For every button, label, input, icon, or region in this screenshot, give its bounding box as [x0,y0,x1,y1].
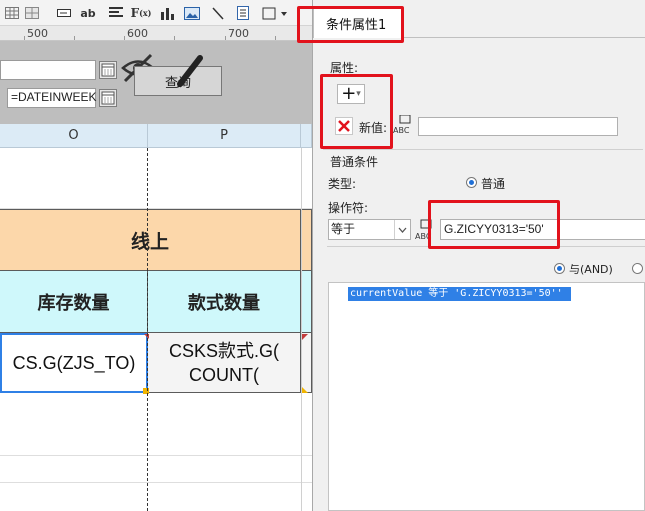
general-condition-label: 普通条件 [330,155,379,169]
cell-edge[interactable] [301,271,312,333]
pencil-icon[interactable] [176,52,206,91]
ruler-mark-500: 500 [27,27,48,40]
operator-select-value: 等于 [331,222,356,236]
column-header-p[interactable]: P [148,124,301,148]
and-label: 与(AND) [569,263,613,276]
tab-condition-attribute[interactable]: 条件属性1 [313,8,403,38]
bar-chart-icon[interactable] [157,3,177,23]
new-value-label: 新值: [359,121,388,135]
formula-cell-p-line1: CSKS款式.G( [168,340,279,361]
dropdown-arrow-icon: ▾ [356,89,361,99]
cell-corner-marker [302,387,308,393]
text-format-icon[interactable]: ab [78,3,98,23]
designer-toolbar: ab F (x) [0,0,312,26]
or-radio[interactable] [632,263,643,274]
type-label: 类型: [328,177,357,191]
horizontal-ruler: 500 600 700 [0,26,312,41]
date-param-field[interactable]: =DATEINWEEK [7,88,96,108]
delete-icon[interactable] [335,117,353,135]
operator-label: 操作符: [328,201,369,215]
grid-icon[interactable] [22,3,42,23]
calendar-icon[interactable] [99,61,117,79]
table-icon[interactable] [2,3,22,23]
header-cell-inventory[interactable]: 库存数量 [0,271,148,333]
calendar-icon[interactable] [99,89,117,107]
align-icon[interactable] [106,3,126,23]
condition-value-input[interactable]: G.ZICYY0313='50' [440,219,645,240]
condition-list-item[interactable]: currentValue 等于 'G.ZICYY0313='50'' [348,287,571,301]
type-normal-label: 普通 [481,177,506,191]
header-cell-styles[interactable]: 款式数量 [148,271,301,333]
abc-format-icon[interactable]: ABC [415,219,437,244]
cell-corner-marker [302,334,308,340]
new-value-input[interactable] [418,117,618,136]
column-header-next[interactable] [301,124,312,148]
border-dropdown-icon[interactable] [260,3,292,23]
ruler-mark-600: 600 [127,27,148,40]
cell-edge[interactable] [301,209,312,271]
chevron-down-icon [394,220,410,239]
report-designer: ab F (x) 500 600 700 =DATEINWEEK O P 线上 … [0,0,312,511]
ruler-mark-700: 700 [228,27,249,40]
formula-cell-p-line2: COUNT( [189,364,259,385]
cell-corner-marker [143,388,149,394]
merged-header-cell[interactable]: 线上 [0,209,301,271]
add-attribute-button[interactable]: + ▾ [337,84,365,104]
svg-text:ABC: ABC [393,126,410,135]
textbox-icon[interactable] [54,3,74,23]
formula-cell-p[interactable]: CSKS款式.G( COUNT( [148,333,301,393]
page-break-line [147,148,148,511]
image-icon[interactable] [182,3,202,23]
slash-line-icon[interactable] [208,3,228,23]
type-normal-radio[interactable] [466,177,477,188]
condition-list[interactable] [328,282,645,511]
attribute-section-label: 属性: [330,61,359,75]
operator-select[interactable]: 等于 [328,219,411,240]
plus-icon: + [341,83,357,104]
formula-cell-o[interactable]: CS.G(ZJS_TO) [0,333,148,393]
formula-icon[interactable]: F (x) [131,3,152,23]
param-input-1[interactable] [0,60,96,80]
and-radio[interactable] [554,263,565,274]
abc-format-icon[interactable]: ABC [393,114,415,137]
column-header-o[interactable]: O [0,124,148,148]
svg-text:ABC: ABC [415,232,432,241]
cell-edge[interactable] [301,333,312,393]
sub-report-icon[interactable] [233,3,253,23]
